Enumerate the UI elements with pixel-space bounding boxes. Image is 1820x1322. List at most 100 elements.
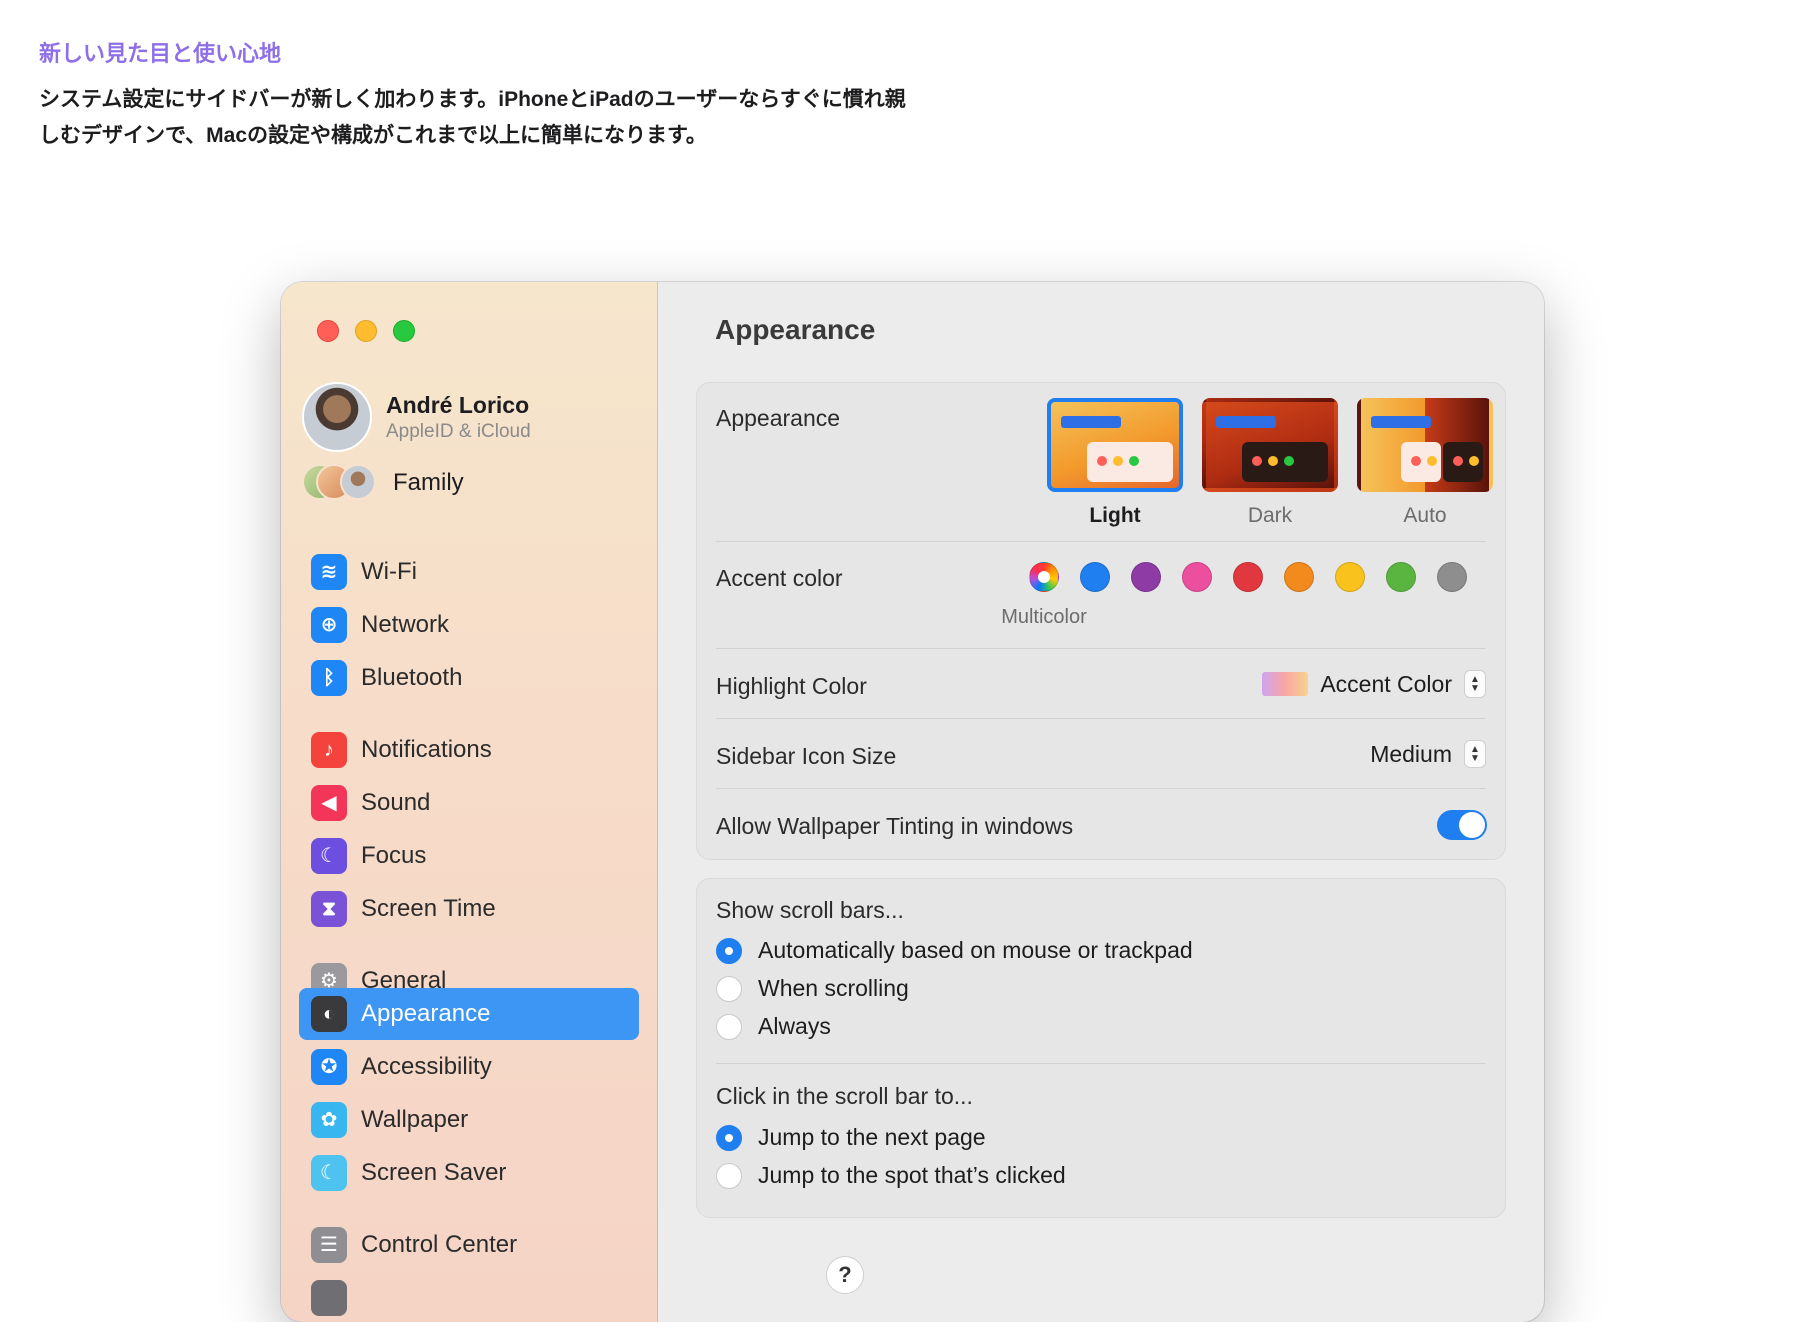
speaker-icon: ◀ <box>311 785 347 821</box>
scroll-option-always[interactable]: Always <box>716 1013 831 1040</box>
sidebar-item-screen-time[interactable]: ⧗ Screen Time <box>299 883 639 935</box>
radio-button[interactable] <box>716 1124 742 1151</box>
accent-green[interactable] <box>1386 562 1416 592</box>
system-settings-window: André Lorico AppleID & iCloud Family ≋ W… <box>281 282 1544 1322</box>
sidebar-item-accessibility[interactable]: ✪ Accessibility <box>299 1041 639 1093</box>
sidebar-item-control-center[interactable]: ☰ Control Center <box>299 1219 639 1271</box>
accent-multicolor[interactable] <box>1029 562 1059 592</box>
scroll-bars-group: Show scroll bars... Automatically based … <box>696 878 1506 1218</box>
radio-label: Jump to the spot that’s clicked <box>758 1162 1066 1188</box>
hourglass-icon: ⧗ <box>311 891 347 927</box>
appearance-label: Appearance <box>716 405 841 431</box>
accent-selected-label: Multicolor <box>1001 606 1087 628</box>
scroll-option-when-scrolling[interactable]: When scrolling <box>716 975 909 1002</box>
sidebar-item-label: Appearance <box>361 1000 491 1027</box>
radio-button[interactable] <box>716 1162 742 1189</box>
chevron-updown-icon: ▲ ▼ <box>1464 740 1486 768</box>
sidebar-item-family[interactable]: Family <box>302 464 464 502</box>
intro-line-1: システム設定にサイドバーが新しく加わります。iPhoneとiPadのユーザーなら… <box>39 88 906 111</box>
highlight-value: Accent Color <box>1320 670 1452 697</box>
appearance-icon: ◐ <box>311 996 347 1032</box>
window-controls <box>317 320 415 342</box>
wallpaper-tinting-toggle[interactable] <box>1437 810 1487 840</box>
radio-label: Automatically based on mouse or trackpad <box>758 937 1193 963</box>
close-button[interactable] <box>317 320 339 342</box>
highlight-swatch <box>1262 672 1309 696</box>
sidebar-item-notifications[interactable]: ♪ Notifications <box>299 724 639 776</box>
click-option-next-page[interactable]: Jump to the next page <box>716 1124 986 1151</box>
theme-dark[interactable]: Dark <box>1202 398 1338 528</box>
accent-red[interactable] <box>1233 562 1263 592</box>
radio-button[interactable] <box>716 937 742 964</box>
sidebar-item-label: Bluetooth <box>361 664 463 691</box>
scroll-bars-heading: Show scroll bars... <box>716 897 904 923</box>
sidebar-item-partial[interactable] <box>299 1272 639 1322</box>
divider <box>716 1063 1486 1064</box>
sidebar-item-focus[interactable]: ☾ Focus <box>299 830 639 882</box>
sidebar-item-label: Focus <box>361 842 427 869</box>
sidebar-item-appearance[interactable]: ◐ Appearance <box>299 988 639 1040</box>
icon-size-value: Medium <box>1370 740 1452 767</box>
accent-blue[interactable] <box>1080 562 1110 592</box>
accent-pink[interactable] <box>1182 562 1212 592</box>
divider <box>716 788 1486 789</box>
sidebar-item-label: Wi-Fi <box>361 558 417 585</box>
scroll-option-automatic[interactable]: Automatically based on mouse or trackpad <box>716 937 1193 964</box>
radio-label: Always <box>758 1013 831 1039</box>
sidebar-item-label: Notifications <box>361 736 492 763</box>
accent-graphite[interactable] <box>1437 562 1467 592</box>
accent-color-label: Accent color <box>716 565 843 591</box>
accent-yellow[interactable] <box>1335 562 1365 592</box>
divider <box>716 541 1486 542</box>
click-scroll-bar-heading: Click in the scroll bar to... <box>716 1083 973 1109</box>
settings-pane: Appearance Appearance Light Dark Auto Ac… <box>658 282 1544 1322</box>
radio-button[interactable] <box>716 1013 742 1040</box>
avatar <box>302 382 372 452</box>
flower-icon: ✿ <box>311 1102 347 1138</box>
theme-label: Dark <box>1247 504 1293 527</box>
sidebar-item-label: Wallpaper <box>361 1106 469 1133</box>
sidebar-item-wallpaper[interactable]: ✿ Wallpaper <box>299 1094 639 1146</box>
chevron-updown-icon: ▲ ▼ <box>1464 670 1486 698</box>
family-label: Family <box>393 469 464 496</box>
click-option-spot-clicked[interactable]: Jump to the spot that’s clicked <box>716 1162 1066 1189</box>
theme-label: Auto <box>1403 504 1447 527</box>
sidebar-item-network[interactable]: ⊕ Network <box>299 599 639 651</box>
profile-name: André Lorico <box>386 391 530 418</box>
highlight-color-popup[interactable]: Accent Color ▲ ▼ <box>1262 670 1486 698</box>
sidebar-item-label: Accessibility <box>361 1053 492 1080</box>
sidebar-item-screen-saver[interactable]: ☾ Screen Saver <box>299 1147 639 1199</box>
theme-light[interactable]: Light <box>1047 398 1183 528</box>
family-avatars <box>302 464 377 502</box>
appearance-group: Appearance Light Dark Auto Accent color … <box>696 382 1506 860</box>
wifi-icon: ≋ <box>311 554 347 590</box>
moon-icon: ☾ <box>311 838 347 874</box>
help-button[interactable]: ? <box>826 1256 864 1294</box>
accent-purple[interactable] <box>1131 562 1161 592</box>
theme-auto[interactable]: Auto <box>1357 398 1493 528</box>
sidebar-item-wifi[interactable]: ≋ Wi-Fi <box>299 546 639 598</box>
divider <box>716 718 1486 719</box>
divider <box>716 648 1486 649</box>
minimize-button[interactable] <box>355 320 377 342</box>
screensaver-icon: ☾ <box>311 1155 347 1191</box>
sidebar-item-label: Screen Saver <box>361 1159 507 1186</box>
sidebar-item-sound[interactable]: ◀ Sound <box>299 777 639 829</box>
auto-theme-thumbnail <box>1357 398 1493 492</box>
sidebar: André Lorico AppleID & iCloud Family ≋ W… <box>281 282 658 1322</box>
apple-id-profile[interactable]: André Lorico AppleID & iCloud <box>302 382 531 452</box>
sidebar-icon-size-popup[interactable]: Medium ▲ ▼ <box>1370 740 1486 768</box>
sidebar-item-bluetooth[interactable]: ᛒ Bluetooth <box>299 652 639 704</box>
light-theme-thumbnail <box>1047 398 1183 492</box>
zoom-button[interactable] <box>393 320 415 342</box>
partial-icon <box>311 1280 347 1316</box>
intro-section: 新しい見た目と使い心地 システム設定にサイドバーが新しく加わります。iPhone… <box>39 36 999 154</box>
sidebar-item-label: Control Center <box>361 1231 518 1258</box>
sidebar-item-label: Screen Time <box>361 895 496 922</box>
accent-orange[interactable] <box>1284 562 1314 592</box>
theme-label: Light <box>1089 504 1141 527</box>
bluetooth-icon: ᛒ <box>311 660 347 696</box>
sidebar-icon-size-label: Sidebar Icon Size <box>716 743 897 769</box>
profile-subtitle: AppleID & iCloud <box>386 420 531 442</box>
radio-button[interactable] <box>716 975 742 1002</box>
